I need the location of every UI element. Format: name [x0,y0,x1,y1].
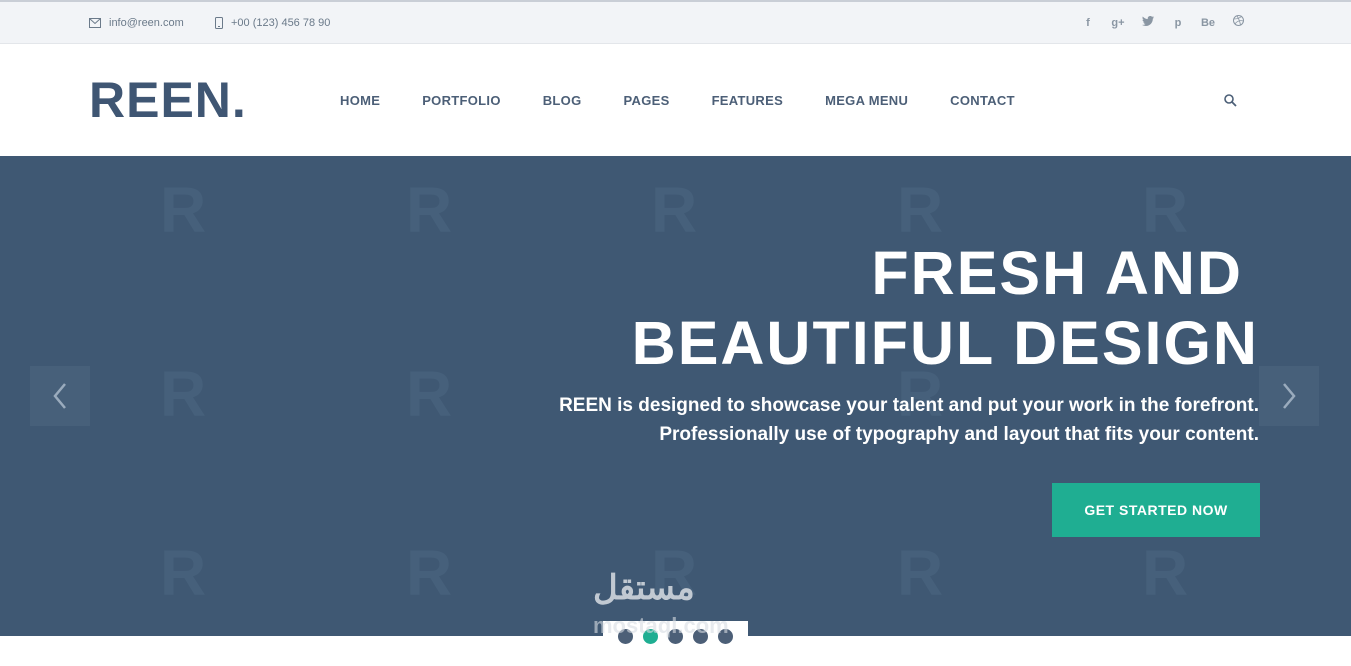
google-plus-icon[interactable]: g+ [1103,15,1133,31]
site-logo[interactable]: REEN. [89,72,247,128]
watermark-arabic: مستقل [593,569,695,607]
headline-line-1: FRESH AND [871,239,1243,307]
watermark-letter: R [651,174,698,246]
pinterest-icon[interactable]: p [1163,15,1193,31]
watermark-letter: R [406,537,453,609]
social-links: f g+ p Be [1073,15,1253,31]
chevron-right-icon [1283,383,1296,409]
nav-item-pages[interactable]: PAGES [624,93,670,108]
slider-next-button[interactable] [1259,366,1319,426]
dribbble-icon[interactable] [1223,15,1253,31]
main-nav: HOME PORTFOLIO BLOG PAGES FEATURES MEGA … [340,93,1015,108]
watermark-letter: R [160,358,207,430]
chevron-left-icon [53,383,66,409]
headline-line-2: BEAUTIFUL DESIGN [631,309,1259,377]
subtext-line-2: Professionally use of typography and lay… [659,424,1259,445]
get-started-button[interactable]: GET STARTED NOW [1052,483,1260,537]
behance-icon[interactable]: Be [1193,15,1223,31]
subtext-line-1: REEN is designed to showcase your talent… [559,395,1259,416]
search-icon[interactable] [1224,94,1237,112]
email-contact[interactable]: info@reen.com [89,17,184,29]
facebook-icon[interactable]: f [1073,15,1103,31]
site-watermark-badge: مستقل mostaql.com [593,568,729,638]
hero-slider: R R R R R R R R R R R R R FRESH AND BEAU… [0,156,1351,636]
watermark-letter: R [160,537,207,609]
watermark-letter: R [406,174,453,246]
nav-item-contact[interactable]: CONTACT [950,93,1015,108]
nav-item-blog[interactable]: BLOG [543,93,582,108]
hero-subtext: REEN is designed to showcase your talent… [559,391,1259,449]
email-text: info@reen.com [109,17,184,29]
envelope-icon [89,18,101,28]
nav-item-home[interactable]: HOME [340,93,380,108]
site-header: REEN. HOME PORTFOLIO BLOG PAGES FEATURES… [0,44,1351,156]
watermark-letter: R [160,174,207,246]
twitter-icon[interactable] [1133,15,1163,31]
nav-item-portfolio[interactable]: PORTFOLIO [422,93,501,108]
nav-item-mega-menu[interactable]: MEGA MENU [825,93,908,108]
phone-contact[interactable]: +00 (123) 456 78 90 [215,17,330,29]
nav-item-features[interactable]: FEATURES [712,93,784,108]
top-bar: info@reen.com +00 (123) 456 78 90 f g+ p… [0,0,1351,44]
mobile-phone-icon [215,17,223,29]
watermark-letter: R [1142,537,1189,609]
watermark-latin: mostaql.com [593,613,729,638]
watermark-letter: R [1142,174,1189,246]
watermark-letter: R [406,358,453,430]
watermark-letter: R [897,174,944,246]
watermark-letter: R [897,537,944,609]
hero-headline: FRESH AND BEAUTIFUL DESIGN [632,238,1259,378]
phone-text: +00 (123) 456 78 90 [231,17,331,29]
slider-prev-button[interactable] [30,366,90,426]
